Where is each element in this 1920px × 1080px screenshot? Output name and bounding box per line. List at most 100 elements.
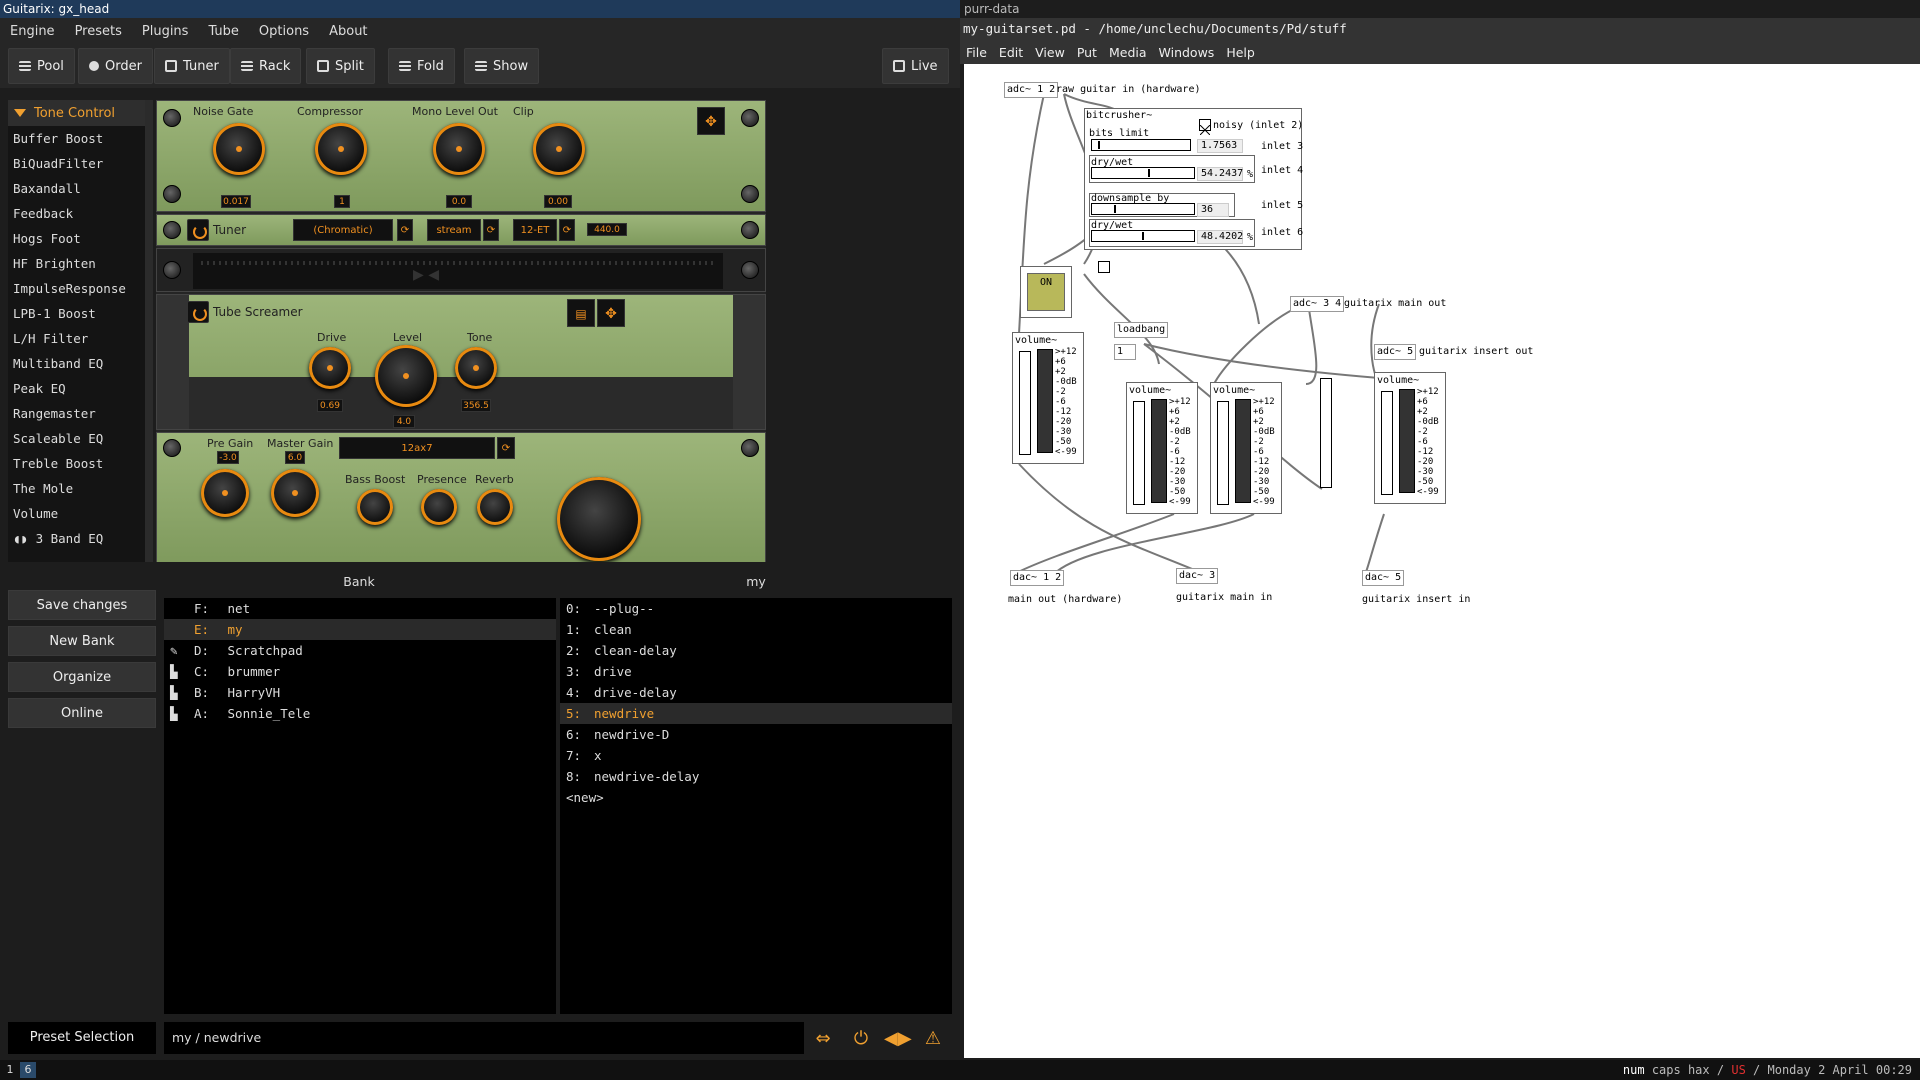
volume-subpatch-3[interactable]: volume~ >+12 +6 +2 -0dB -2 -6 -12 -20 -30 -50 <-99 [1210, 382, 1282, 514]
volume-subpatch-4[interactable]: volume~ >+12 +6 +2 -0dB -2 -6 -12 -20 -30 -50 <-99 [1374, 372, 1446, 504]
adc-3-4-object[interactable]: adc~ 3 4 [1290, 296, 1345, 312]
plugin-item[interactable]: ImpulseResponse [8, 276, 145, 301]
level-knob[interactable] [375, 345, 437, 407]
dac-5-object[interactable]: dac~ 5 [1362, 570, 1405, 586]
preset-list[interactable]: 0: --plug-- 1: clean 2: clean-delay 3: drive… [560, 598, 952, 1014]
tube-cycle-icon[interactable]: ⟳ [497, 437, 515, 459]
plugin-item[interactable]: Buffer Boost [8, 126, 145, 151]
tubescreamer-power-button[interactable] [187, 301, 209, 323]
adc-5-object[interactable]: adc~ 5 [1374, 344, 1417, 360]
volume-knob-large[interactable] [557, 477, 641, 561]
new-bank-button[interactable]: New Bank [8, 626, 156, 656]
vertical-slider[interactable] [1320, 378, 1332, 488]
swap-icon[interactable]: ⇔ [810, 1028, 836, 1050]
plugin-item[interactable]: Rangemaster [8, 401, 145, 426]
drive-knob[interactable] [309, 347, 351, 389]
bank-list[interactable]: F: net E: my ✎ D: Scratchpad ▙ C: brummer … [164, 598, 556, 1014]
bank-row[interactable]: ✎ D: Scratchpad [164, 640, 556, 661]
menu-tube[interactable]: Tube [198, 24, 248, 39]
noise-gate-knob[interactable] [213, 123, 265, 175]
preset-row[interactable]: 0: --plug-- [560, 598, 952, 619]
menu-windows[interactable]: Windows [1153, 45, 1221, 60]
plugin-item[interactable]: BiQuadFilter [8, 151, 145, 176]
volume-subpatch-2[interactable]: volume~ >+12 +6 +2 -0dB -2 -6 -12 -20 -30 -50 <-99 [1126, 382, 1198, 514]
downsample-slider[interactable] [1091, 203, 1195, 215]
save-changes-button[interactable]: Save changes [8, 590, 156, 620]
bass-boost-knob[interactable] [357, 489, 393, 525]
presence-knob[interactable] [421, 489, 457, 525]
live-button[interactable]: Live [882, 48, 949, 84]
menu-media[interactable]: Media [1103, 45, 1153, 60]
temperament-select[interactable]: 12-ET [513, 219, 557, 241]
bank-row[interactable]: ▙ A: Sonnie_Tele [164, 703, 556, 724]
dac-1-2-object[interactable]: dac~ 1 2 [1010, 570, 1065, 586]
preset-row[interactable]: 5: newdrive [560, 703, 952, 724]
preset-row[interactable]: 1: clean [560, 619, 952, 640]
preset-row[interactable]: 3: drive [560, 661, 952, 682]
tuner-mode-select[interactable]: (Chromatic) [293, 219, 393, 241]
bits-limit-number[interactable]: 1.7563 [1197, 139, 1243, 153]
preset-selection-button[interactable]: Preset Selection [8, 1022, 156, 1054]
menu-plugins[interactable]: Plugins [132, 24, 199, 39]
temperament-cycle-icon[interactable]: ⟳ [559, 219, 575, 241]
order-button[interactable]: Order [78, 48, 153, 84]
adc-1-2-object[interactable]: adc~ 1 2 [1004, 82, 1059, 98]
preset-row[interactable]: 8: newdrive-delay [560, 766, 952, 787]
tuner-power-button[interactable] [187, 219, 209, 241]
split-button[interactable]: Split [306, 48, 375, 84]
on-toggle[interactable]: ON [1020, 266, 1072, 318]
plugin-item[interactable]: The Mole [8, 476, 145, 501]
bitcrusher-subpatch[interactable]: bitcrusher~ noisy (inlet 2) bits limit 1… [1084, 108, 1303, 250]
dac-3-object[interactable]: dac~ 3 [1176, 568, 1219, 584]
workspace-6[interactable]: 6 [20, 1062, 36, 1078]
preset-row[interactable]: 7: x [560, 745, 952, 766]
plugin-item[interactable]: HF Brighten [8, 251, 145, 276]
menu-edit[interactable]: Edit [993, 45, 1029, 60]
compressor-knob[interactable] [315, 123, 367, 175]
volume-subpatch-1[interactable]: volume~ >+12 +6 +2 -0dB -2 -6 -12 -20 -30 -50 <-99 [1012, 332, 1084, 464]
menu-view[interactable]: View [1029, 45, 1071, 60]
plugin-item[interactable]: Scaleable EQ [8, 426, 145, 451]
patch-canvas[interactable]: adc~ 1 2 raw guitar in (hardware) bitcru… [964, 64, 1920, 1058]
menu-options[interactable]: Options [249, 24, 319, 39]
preset-icon[interactable]: ▤ [567, 299, 595, 327]
new-preset-row[interactable]: <new> [560, 787, 952, 808]
noisy-toggle[interactable] [1199, 119, 1211, 136]
power-icon[interactable]: ⏻ [848, 1028, 874, 1050]
volume-slider[interactable] [1019, 351, 1031, 455]
tuner-button[interactable]: Tuner [154, 48, 230, 84]
preset-row[interactable]: 2: clean-delay [560, 640, 952, 661]
plugin-item[interactable]: Peak EQ [8, 376, 145, 401]
plugin-item[interactable]: Feedback [8, 201, 145, 226]
menu-put[interactable]: Put [1071, 45, 1103, 60]
bank-row[interactable]: ▙ C: brummer [164, 661, 556, 682]
volume-slider[interactable] [1133, 401, 1145, 505]
move-icon[interactable]: ✥ [697, 107, 725, 135]
plugin-item[interactable]: Baxandall [8, 176, 145, 201]
organize-button[interactable]: Organize [8, 662, 156, 692]
menu-file[interactable]: File [960, 45, 993, 60]
tuner-stream-select[interactable]: stream [427, 219, 481, 241]
loadbang-object[interactable]: loadbang [1114, 322, 1169, 338]
clip-knob[interactable] [533, 123, 585, 175]
preset-row[interactable]: 4: drive-delay [560, 682, 952, 703]
bank-row[interactable]: F: net [164, 598, 556, 619]
online-button[interactable]: Online [8, 698, 156, 728]
preset-row[interactable]: 6: newdrive-D [560, 724, 952, 745]
plugin-item[interactable]: Volume [8, 501, 145, 526]
tone-knob[interactable] [455, 347, 497, 389]
midi-icon[interactable]: ◀▶ [884, 1028, 912, 1050]
stream-cycle-icon[interactable]: ⟳ [483, 219, 499, 241]
plugin-item[interactable]: Treble Boost [8, 451, 145, 476]
menu-engine[interactable]: Engine [0, 24, 65, 39]
menu-help[interactable]: Help [1220, 45, 1261, 60]
pool-button[interactable]: Pool [8, 48, 75, 84]
tuner-mode-cycle-icon[interactable]: ⟳ [397, 219, 413, 241]
plugin-item-3-band-eq[interactable]: ◖◗ 3 Band EQ [8, 526, 145, 551]
volume-slider[interactable] [1217, 401, 1229, 505]
menu-presets[interactable]: Presets [65, 24, 132, 39]
pre-gain-knob[interactable] [201, 469, 249, 517]
plugin-item[interactable]: LPB-1 Boost [8, 301, 145, 326]
downsample-number[interactable]: 36 [1197, 203, 1229, 217]
drywet2-number[interactable]: 48.4202 [1197, 230, 1243, 244]
